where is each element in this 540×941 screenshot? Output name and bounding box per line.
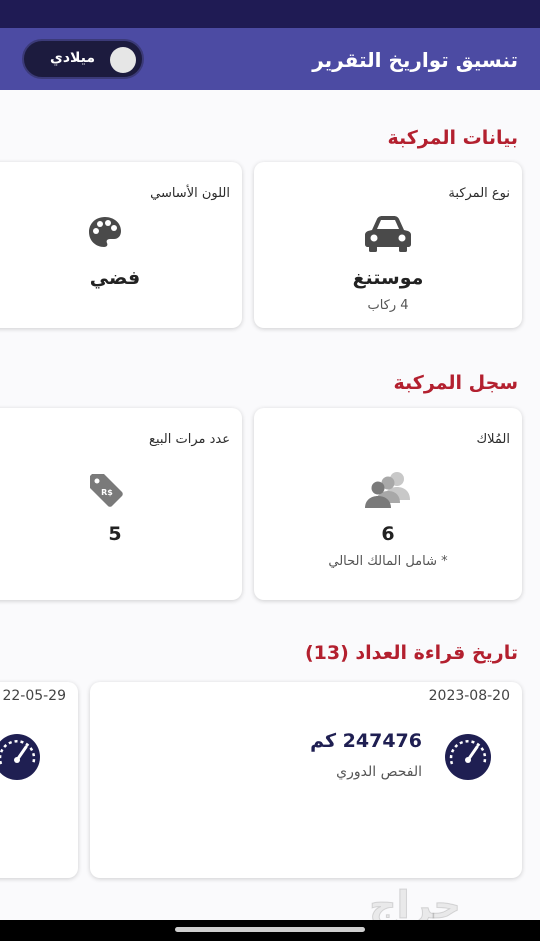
owners-card: المُلاك 6 * شامل المالك الحالي <box>254 408 522 600</box>
reading-date: 2023-08-20 <box>428 688 510 704</box>
speedometer-icon <box>0 734 40 780</box>
owners-note: * شامل المالك الحالي <box>328 554 448 569</box>
sales-count-label: عدد مرات البيع <box>149 432 230 447</box>
price-tag-icon: R$ <box>90 474 123 507</box>
toggle-knob[interactable] <box>110 47 136 73</box>
sales-count-value: 5 <box>108 523 122 545</box>
calendar-toggle[interactable]: ميلادي <box>22 39 144 79</box>
palette-icon <box>89 217 121 247</box>
section-title-odometer: تاريخ قراءة العداد (13) <box>304 642 518 664</box>
color-value: فضي <box>89 267 141 289</box>
color-label: اللون الأساسي <box>150 186 230 201</box>
sales-count-card: عدد مرات البيع R$ 5 <box>0 408 242 600</box>
report-content: بيانات المركبة اللون الأساسي فضي نوع الم… <box>0 90 540 920</box>
odometer-reading-card[interactable]: 2023-08-20 247476 كم الفحص الدوري <box>90 682 522 878</box>
section-title-vehicle-history: سجل المركبة <box>393 372 518 394</box>
odometer-reading-card[interactable]: 22-05-29 <box>0 682 78 878</box>
section-title-vehicle-data: بيانات المركبة <box>387 127 518 149</box>
page-title: تنسيق تواريخ التقرير <box>312 48 518 72</box>
toggle-label: ميلادي <box>50 50 96 66</box>
vehicle-type-label: نوع المركبة <box>448 186 510 201</box>
car-icon <box>365 216 411 252</box>
owners-icon <box>365 472 410 508</box>
owners-value: 6 <box>381 523 395 545</box>
app-bar: ميلادي تنسيق تواريخ التقرير <box>0 28 540 90</box>
reading-date: 22-05-29 <box>2 688 66 704</box>
reading-type: الفحص الدوري <box>336 764 422 780</box>
status-bar <box>0 0 540 28</box>
owners-label: المُلاك <box>476 432 510 447</box>
passenger-count: 4 ركاب <box>367 298 409 313</box>
speedometer-icon <box>445 734 491 780</box>
color-card: اللون الأساسي فضي <box>0 162 242 328</box>
home-indicator[interactable] <box>175 927 365 932</box>
vehicle-type-value: موستنغ <box>352 267 424 289</box>
odometer-value: 247476 كم <box>310 730 422 752</box>
svg-text:R$: R$ <box>101 488 113 497</box>
vehicle-type-card: نوع المركبة موستنغ 4 ركاب <box>254 162 522 328</box>
